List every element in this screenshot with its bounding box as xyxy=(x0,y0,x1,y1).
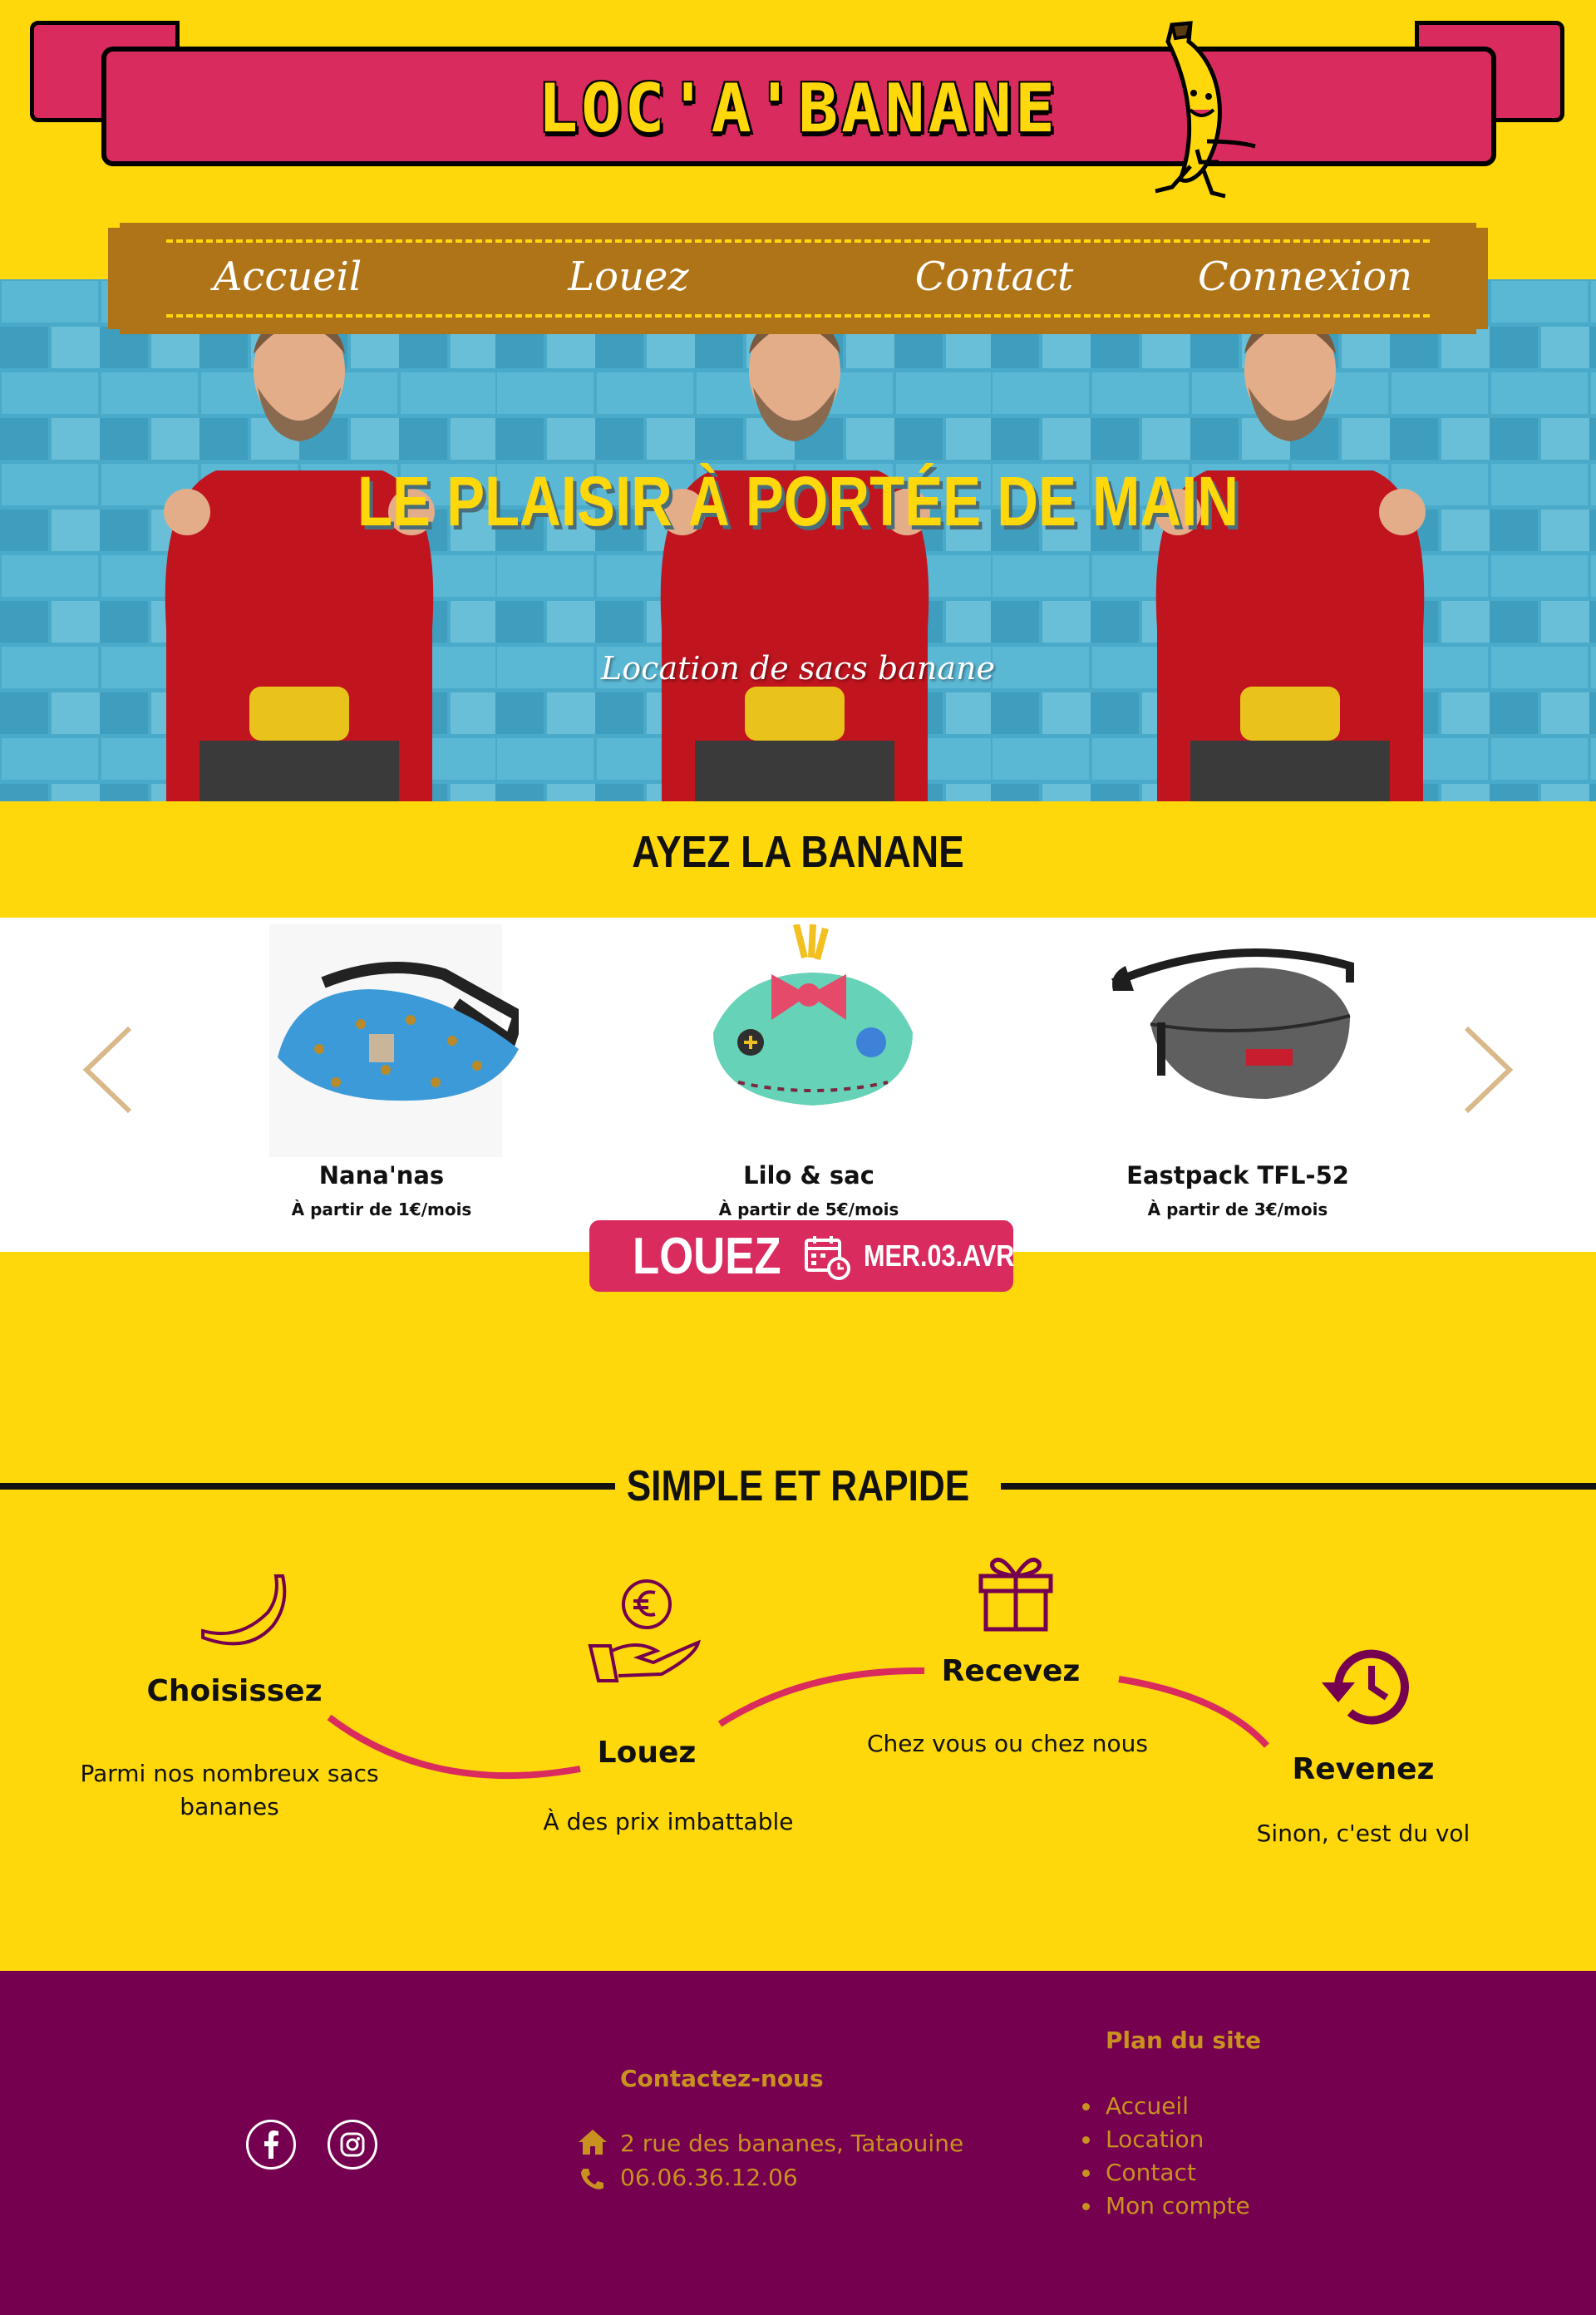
site-header: LOC'A'BANANE xyxy=(0,0,1596,224)
euro-hand-icon xyxy=(588,1579,701,1682)
nav-item-accueil[interactable]: Accueil xyxy=(163,246,412,308)
sitemap-link-accueil[interactable]: Accueil xyxy=(1081,2090,1250,2123)
step-title: Revenez xyxy=(1292,1752,1435,1786)
nav-item-louez[interactable]: Louez xyxy=(504,246,753,308)
facebook-icon[interactable] xyxy=(246,2120,296,2170)
product-name: Eastpack TFL-52 xyxy=(1126,1161,1349,1190)
rent-button-label: LOUEZ xyxy=(633,1228,781,1285)
step-desc: Parmi nos nombreux sacs bananes xyxy=(80,1760,379,1820)
history-icon xyxy=(1322,1649,1409,1725)
contact-phone: 06.06.36.12.06 xyxy=(620,2164,798,2191)
nav-item-contact[interactable]: Contact xyxy=(869,246,1119,308)
product-price: À partir de 3€/mois xyxy=(1147,1199,1328,1219)
rent-date: MER.03.AVR xyxy=(864,1239,1015,1273)
nav-item-connexion[interactable]: Connexion xyxy=(1180,246,1430,308)
nav-stitch-bottom xyxy=(166,314,1430,318)
sitemap-link-contact[interactable]: Contact xyxy=(1081,2156,1250,2189)
steps-title: SIMPLE ET RAPIDE xyxy=(626,1462,970,1510)
product-name: Lilo & sac xyxy=(743,1161,874,1190)
product-name: Nana'nas xyxy=(318,1161,445,1190)
step-desc: Chez vous ou chez nous xyxy=(866,1730,1148,1757)
product-image xyxy=(713,924,913,1106)
rent-button[interactable]: LOUEZ MER.03.AVR xyxy=(589,1220,1015,1292)
step-title: Louez xyxy=(597,1736,697,1770)
sitemap-link-mon-compte[interactable]: Mon compte xyxy=(1081,2189,1250,2223)
product-card[interactable]: Eastpack TFL-52 À partir de 3€/mois xyxy=(1101,924,1375,1219)
hero-headline: LE PLAISIR À PORTÉE DE MAIN xyxy=(357,462,1239,540)
nav-stitch-top xyxy=(166,239,1430,243)
product-card[interactable]: Nana'nas À partir de 1€/mois xyxy=(244,924,526,1219)
step-desc: À des prix imbattable xyxy=(543,1808,794,1835)
banana-mascot-icon xyxy=(1155,21,1256,199)
sitemap-heading: Plan du site xyxy=(1106,2027,1262,2054)
home-icon xyxy=(579,2130,607,2155)
carousel-prev-arrow-icon[interactable] xyxy=(80,1024,138,1116)
contact-heading: Contactez-nous xyxy=(620,2065,824,2092)
main-nav: Accueil Louez Contact Connexion xyxy=(108,223,1488,334)
phone-icon xyxy=(581,2169,603,2189)
sitemap-list: Accueil Location Contact Mon compte xyxy=(1081,2090,1250,2223)
contact-address: 2 rue des bananes, Tataouine xyxy=(620,2130,964,2157)
product-price: À partir de 1€/mois xyxy=(291,1199,472,1219)
carousel-next-arrow-icon[interactable] xyxy=(1458,1024,1516,1116)
gift-icon xyxy=(978,1558,1053,1632)
product-price: À partir de 5€/mois xyxy=(718,1199,899,1219)
calendar-clock-icon xyxy=(805,1236,850,1280)
step-desc: Sinon, c'est du vol xyxy=(1256,1820,1470,1847)
product-image xyxy=(269,924,526,1164)
instagram-icon[interactable] xyxy=(328,2120,377,2170)
step-title: Recevez xyxy=(941,1654,1081,1688)
site-logo-title[interactable]: LOC'A'BANANE xyxy=(0,70,1596,147)
featured-title: AYEZ LA BANANE xyxy=(632,827,964,877)
banana-icon xyxy=(201,1574,287,1646)
product-image xyxy=(1111,948,1354,1099)
step-title: Choisissez xyxy=(146,1674,323,1708)
hero-tagline: Location de sacs banane xyxy=(601,650,995,687)
product-card[interactable]: Lilo & sac À partir de 5€/mois xyxy=(672,924,946,1219)
sitemap-link-location[interactable]: Location xyxy=(1081,2123,1250,2156)
